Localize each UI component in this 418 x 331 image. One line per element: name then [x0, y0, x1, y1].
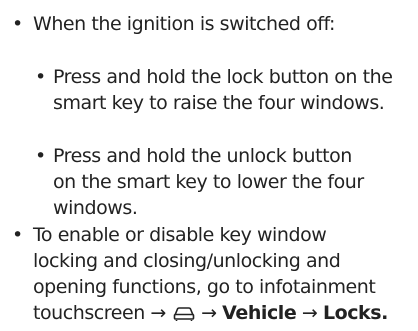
bullet: • [35, 66, 46, 88]
vehicle-menu-label: Vehicle [222, 302, 297, 324]
bullet: • [12, 224, 23, 246]
locks-menu-label: Locks [322, 302, 382, 324]
period: . [381, 302, 388, 324]
list-item-text: Press and hold the lock button on the [53, 66, 393, 88]
list-item-text: smart key to raise the four windows. [53, 92, 385, 114]
bullet: • [35, 145, 46, 167]
list-item-text: When the ignition is switched off: [33, 13, 336, 35]
arrow: → [301, 302, 318, 324]
arrow: → [150, 302, 166, 324]
path-start-text: touchscreen [33, 302, 145, 324]
car-icon [173, 307, 194, 321]
arrow: → [201, 302, 217, 324]
list-item-text: opening functions, go to infotainment [33, 276, 376, 298]
list-item-text: windows. [53, 197, 138, 219]
list-item-text: locking and closing/unlocking and [33, 250, 341, 272]
menu-path: touchscreen → → Vehicle → Locks. [33, 301, 388, 325]
list-item-text: To enable or disable key window [33, 224, 327, 246]
list-item-text: Press and hold the unlock button [53, 145, 352, 167]
bullet: • [12, 13, 23, 35]
list-item-text: on the smart key to lower the four [53, 171, 364, 193]
